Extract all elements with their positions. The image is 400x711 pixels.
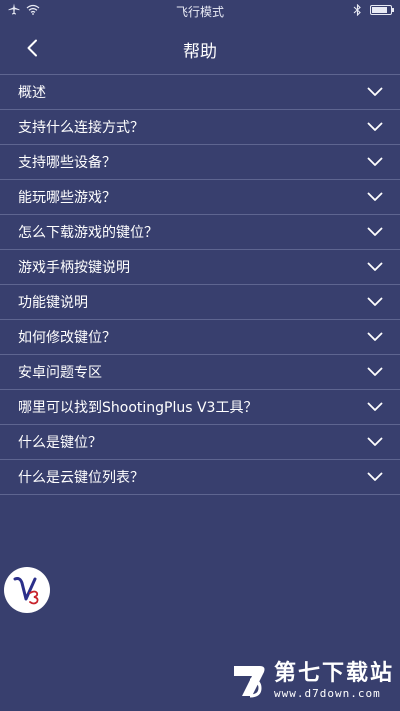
faq-item[interactable]: 安卓问题专区 [0,355,400,390]
faq-item-label: 什么是键位？ [18,435,102,451]
faq-item[interactable]: 能玩哪些游戏？ [0,180,400,215]
faq-item[interactable]: 怎么下载游戏的键位？ [0,215,400,250]
faq-item-label: 能玩哪些游戏？ [18,190,116,206]
v3-logo-icon: V3 [8,571,39,605]
chevron-down-icon[interactable] [366,296,384,308]
chevron-down-icon[interactable] [366,191,384,203]
page-title: 帮助 [183,42,217,62]
chevron-down-icon[interactable] [366,401,384,413]
faq-item[interactable]: 概述 [0,75,400,110]
chevron-down-icon[interactable] [366,261,384,273]
watermark-text: 第七下载站 www.d7down.com [274,661,394,700]
status-right [353,4,394,16]
v3-floating-button[interactable]: V3 [4,567,50,613]
faq-item[interactable]: 游戏手柄按键说明 [0,250,400,285]
faq-item-label: 功能键说明 [18,295,88,311]
watermark-logo-icon [233,666,265,698]
nav-bar: 帮助 [0,22,400,74]
faq-item[interactable]: 功能键说明 [0,285,400,320]
faq-item-label: 游戏手柄按键说明 [18,260,130,276]
faq-item-label: 支持什么连接方式？ [18,120,144,136]
airplane-mode-label: 飞行模式 [175,5,224,19]
watermark: 第七下载站 www.d7down.com [230,660,394,700]
chevron-down-icon[interactable] [366,226,384,238]
faq-item-label: 安卓问题专区 [18,365,102,381]
faq-item-label: 概述 [18,85,46,101]
watermark-name: 第七下载站 [273,660,394,686]
chevron-down-icon[interactable] [366,331,384,343]
faq-item[interactable]: 什么是云键位列表？ [0,460,400,495]
chevron-down-icon[interactable] [366,121,384,133]
faq-item-label: 哪里可以找到ShootingPlus V3工具？ [18,400,258,416]
watermark-url: www.d7down.com [273,686,381,700]
faq-item[interactable]: 支持哪些设备？ [0,145,400,180]
chevron-down-icon[interactable] [366,471,384,483]
battery-level [372,7,387,13]
faq-item[interactable]: 什么是键位？ [0,425,400,460]
v3-logo-text: V3 [8,571,10,572]
chevron-down-icon[interactable] [366,436,384,448]
faq-item[interactable]: 支持什么连接方式？ [0,110,400,145]
bluetooth-icon [353,4,361,16]
faq-item-label: 如何修改键位？ [18,330,116,346]
battery-icon [370,5,394,15]
faq-item[interactable]: 哪里可以找到ShootingPlus V3工具？ [0,390,400,425]
chevron-down-icon[interactable] [366,86,384,98]
faq-item-label: 怎么下载游戏的键位？ [18,225,158,241]
faq-item[interactable]: 如何修改键位？ [0,320,400,355]
status-bar: 飞行模式 [0,0,400,22]
faq-list: 概述支持什么连接方式？ 支持哪些设备？ 能玩哪些游戏？ 怎么下载游戏的键位？ 游戏手柄按… [0,74,400,495]
chevron-down-icon[interactable] [366,366,384,378]
chevron-down-icon[interactable] [366,156,384,168]
faq-item-label: 支持哪些设备？ [18,155,116,171]
faq-item-label: 什么是云键位列表？ [18,470,144,486]
